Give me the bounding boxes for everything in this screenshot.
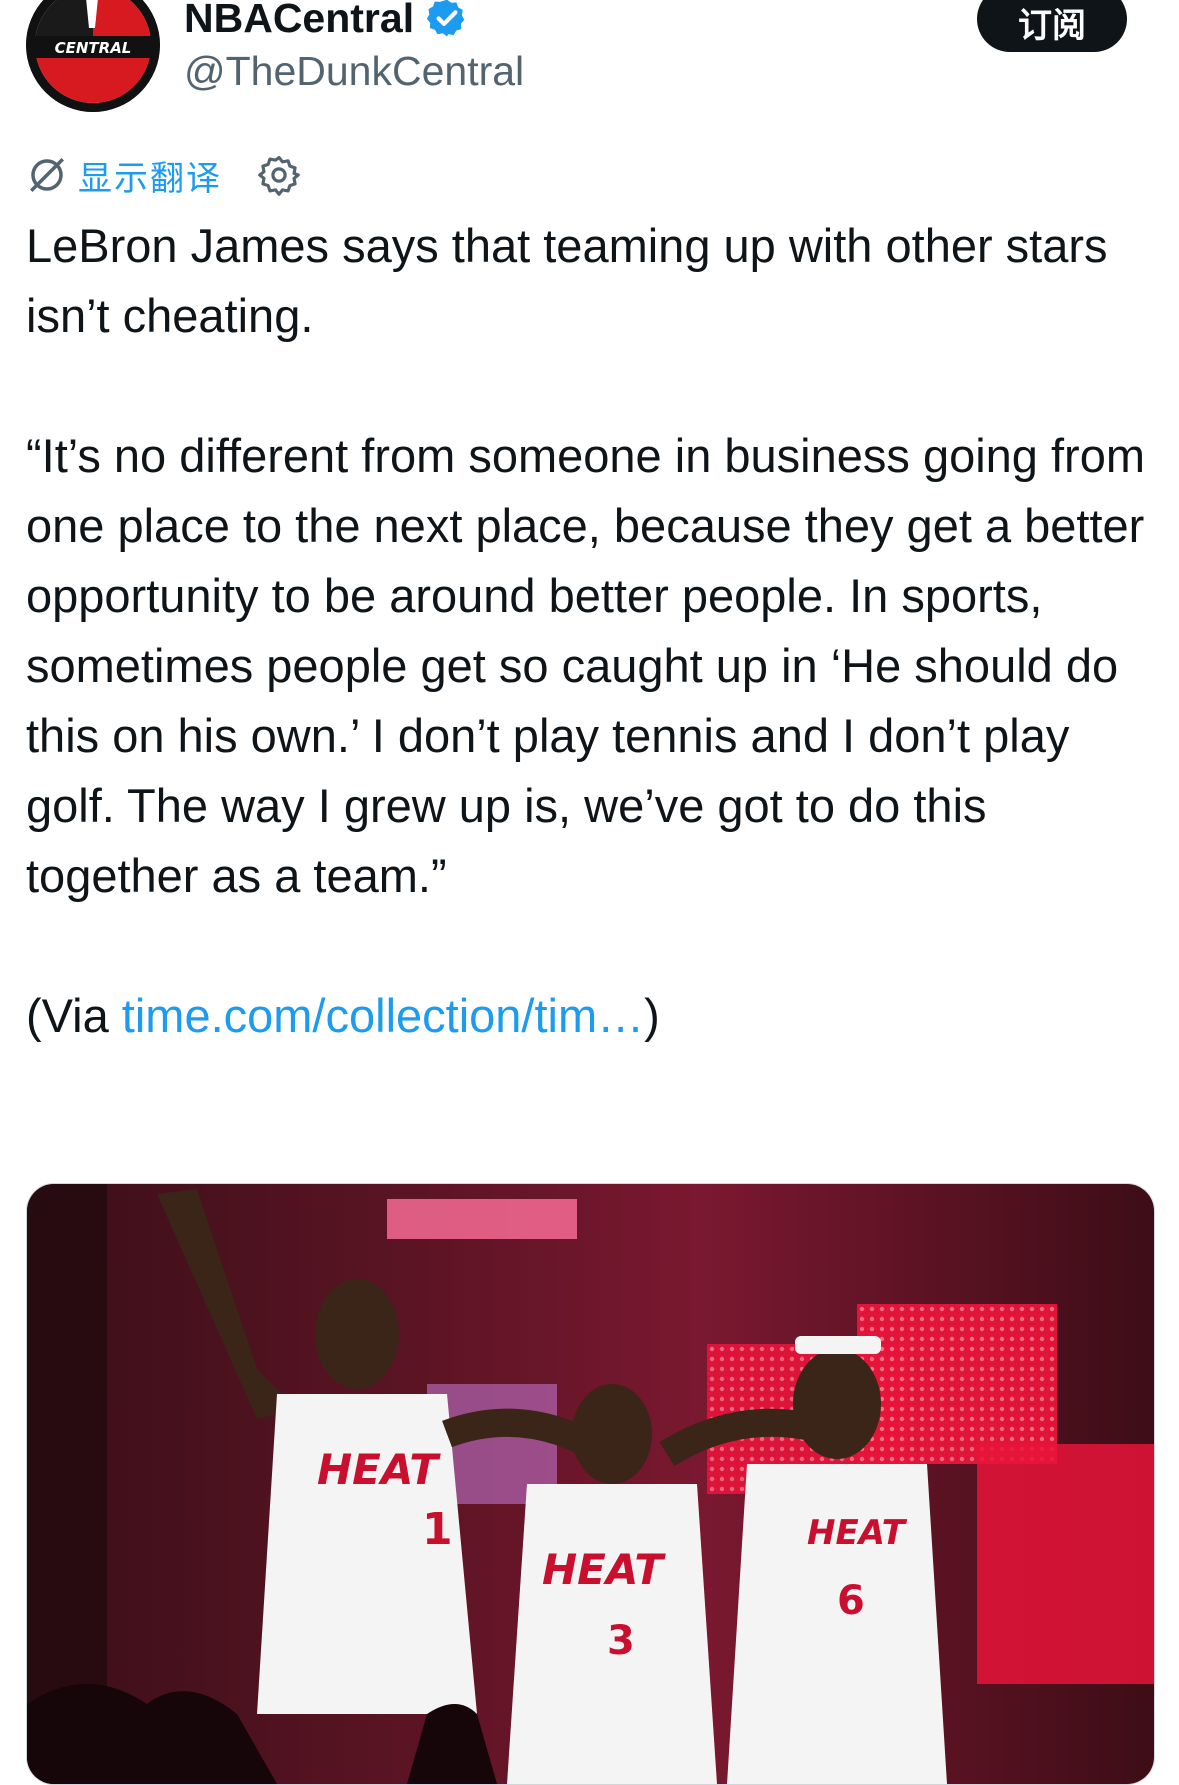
verified-badge-icon xyxy=(426,0,465,37)
display-name-text: NBACentral xyxy=(184,0,415,41)
tweet-photo[interactable]: HEAT 1 HEAT 3 HEAT 6 xyxy=(26,1183,1155,1785)
avatar[interactable]: CENTRAL xyxy=(26,0,160,112)
display-name[interactable]: NBACentral xyxy=(184,0,468,42)
source-link[interactable]: time.com/collection/tim… xyxy=(122,989,644,1042)
jersey-number-1: 1 xyxy=(422,1504,453,1555)
jersey-number-3: 3 xyxy=(607,1618,635,1664)
tweet-quote: “It’s no different from someone in busin… xyxy=(26,429,1146,902)
gear-icon[interactable] xyxy=(258,154,300,196)
translate-slash-icon[interactable] xyxy=(26,154,68,196)
tweet-headline: LeBron James says that teaming up with o… xyxy=(26,219,1108,342)
show-translation-link[interactable]: 显示翻译 xyxy=(78,151,222,200)
via-prefix: (Via xyxy=(26,989,122,1042)
tweet-via: (Via time.com/collection/tim…) xyxy=(26,981,1161,1051)
jersey-text-2: HEAT xyxy=(542,1545,666,1594)
avatar-text: CENTRAL xyxy=(55,39,132,57)
account-handle[interactable]: @TheDunkCentral xyxy=(184,48,524,95)
jersey-text-3: HEAT xyxy=(807,1513,908,1553)
photo-illustration: HEAT 1 HEAT 3 HEAT 6 xyxy=(27,1184,1154,1784)
jersey-text-1: HEAT xyxy=(317,1445,441,1494)
subscribe-button[interactable]: 订阅 xyxy=(977,0,1127,52)
tweet-text: LeBron James says that teaming up with o… xyxy=(26,211,1161,1051)
jersey-number-6: 6 xyxy=(837,1578,865,1624)
translate-row: 显示翻译 xyxy=(26,150,300,200)
nba-central-logo: CENTRAL xyxy=(26,0,160,112)
via-suffix: ) xyxy=(644,989,660,1042)
